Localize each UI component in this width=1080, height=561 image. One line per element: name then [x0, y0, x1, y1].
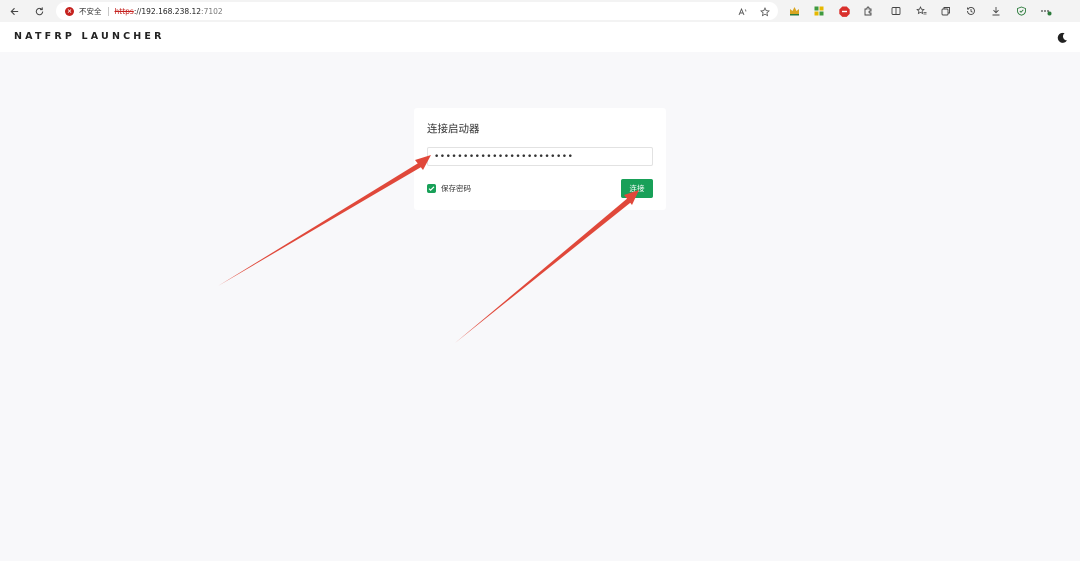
split-screen-icon[interactable] [890, 5, 902, 17]
history-icon[interactable] [965, 5, 977, 17]
collections-icon[interactable] [940, 5, 952, 17]
favorites-icon[interactable] [915, 5, 927, 17]
url-scheme: https [114, 6, 134, 16]
annotation-arrow-connect [455, 190, 639, 343]
remember-password-label[interactable]: 保存密码 [441, 183, 471, 194]
favorite-star-icon[interactable] [759, 6, 770, 17]
card-title: 连接启动器 [427, 123, 480, 135]
back-icon[interactable] [3, 0, 25, 22]
security-label[interactable]: 不安全 [79, 6, 102, 17]
browser-essentials-icon[interactable] [1015, 5, 1027, 17]
annotation-arrows [218, 155, 639, 343]
browser-toolbar: × 不安全 https://192.168.238.12:7102 [0, 0, 1080, 22]
insecure-icon[interactable]: × [65, 6, 74, 16]
address-separator [107, 6, 109, 16]
remember-password-checkbox[interactable]: 保存密码 [427, 183, 471, 194]
connect-card: 连接启动器 保存密码 连接 [414, 108, 666, 210]
app-title: NATFRP LAUNCHER [14, 31, 165, 42]
annotation-arrow-password [218, 155, 431, 286]
address-bar[interactable]: × 不安全 https://192.168.238.12:7102 [56, 2, 778, 20]
url-text[interactable]: https://192.168.238.12:7102 [115, 7, 223, 16]
more-icon[interactable] [1040, 5, 1052, 17]
extension-abp-icon[interactable] [838, 5, 850, 17]
password-input[interactable] [427, 147, 653, 166]
moon-icon[interactable] [1055, 30, 1069, 44]
checkbox-checked-icon[interactable] [427, 184, 436, 193]
extensions-puzzle-icon[interactable] [862, 5, 874, 17]
extension-crown-icon[interactable] [788, 5, 800, 17]
read-aloud-icon[interactable] [737, 6, 748, 17]
downloads-icon[interactable] [990, 5, 1002, 17]
url-host: ://192.168.238.12 [133, 6, 202, 16]
app-header: NATFRP LAUNCHER [0, 22, 1080, 52]
extension-grid-icon[interactable] [813, 5, 825, 17]
url-port: :7102 [201, 6, 223, 16]
connect-button[interactable]: 连接 [621, 179, 653, 198]
reload-icon[interactable] [28, 0, 50, 22]
